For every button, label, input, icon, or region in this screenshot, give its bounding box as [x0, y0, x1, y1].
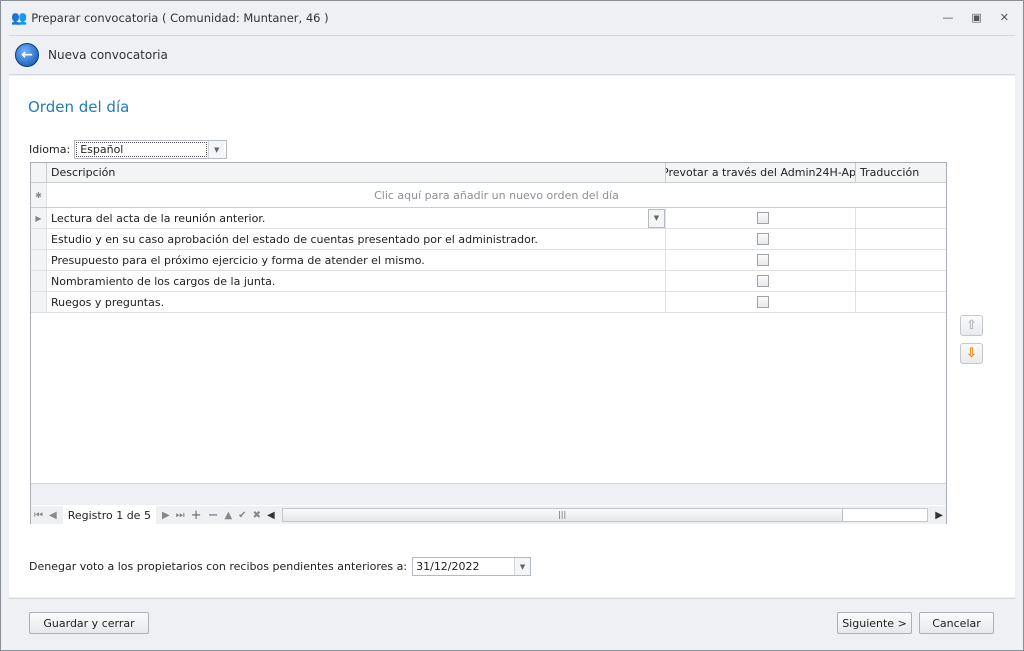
next-button[interactable]: Siguiente > — [837, 612, 912, 634]
title-bar: 👥 Preparar convocatoria ( Comunidad: Mun… — [1, 1, 1023, 35]
description-cell[interactable]: Lectura del acta de la reunión anterior.… — [47, 208, 666, 228]
deny-vote-date-picker[interactable]: 31/12/2022 ▼ — [412, 557, 532, 576]
scroll-left-icon[interactable]: ◀ — [267, 510, 275, 521]
language-value: Español — [76, 142, 208, 157]
row-indicator[interactable] — [31, 292, 47, 312]
prevote-checkbox[interactable] — [756, 212, 769, 224]
prevote-checkbox[interactable] — [756, 275, 769, 287]
translation-cell[interactable] — [856, 250, 946, 270]
prevote-cell[interactable] — [666, 208, 856, 228]
description-text: Lectura del acta de la reunión anterior. — [51, 211, 266, 225]
current-row-icon[interactable]: ▶ — [31, 208, 47, 228]
prevote-checkbox[interactable] — [756, 233, 769, 245]
prevote-checkbox[interactable] — [756, 296, 769, 308]
prevote-checkbox[interactable] — [756, 254, 769, 266]
table-row[interactable]: Estudio y en su caso aprobación del esta… — [31, 229, 946, 250]
grid-footer-band — [31, 483, 946, 505]
agenda-grid: Descripción Prevotar a través del Admin2… — [30, 162, 947, 524]
column-header-translation[interactable]: Traducción — [856, 163, 946, 182]
translation-cell[interactable] — [856, 208, 946, 228]
close-icon[interactable]: ✕ — [1000, 11, 1009, 24]
new-row-hint[interactable]: Clic aquí para añadir un nuevo orden del… — [47, 189, 946, 202]
save-close-button[interactable]: Guardar y cerrar — [29, 612, 149, 634]
horizontal-scrollbar[interactable]: ||| — [281, 508, 929, 522]
move-up-button[interactable]: ⇧ — [960, 315, 983, 336]
record-counter: Registro 1 de 5 — [62, 506, 156, 524]
move-down-button[interactable]: ⇩ — [960, 343, 983, 364]
indicator-header — [31, 163, 47, 182]
description-cell[interactable]: Nombramiento de los cargos de la junta. — [47, 271, 666, 291]
wizard-header: ← Nueva convocatoria — [9, 35, 1015, 75]
row-indicator[interactable] — [31, 229, 47, 249]
last-record-icon[interactable]: ⏭ — [176, 510, 185, 521]
grid-header: Descripción Prevotar a través del Admin2… — [31, 163, 946, 183]
description-text: Ruegos y preguntas. — [51, 295, 165, 309]
add-record-icon[interactable]: + — [191, 508, 202, 523]
chevron-down-icon[interactable]: ▼ — [514, 558, 531, 575]
asterisk-icon: ✱ — [31, 183, 47, 207]
prev-record-icon[interactable]: ◀ — [49, 510, 57, 521]
table-row[interactable]: Nombramiento de los cargos de la junta. — [31, 271, 946, 292]
deny-vote-date: 31/12/2022 — [416, 560, 480, 573]
translation-cell[interactable] — [856, 292, 946, 312]
footer: Guardar y cerrar Siguiente > Cancelar — [9, 598, 1015, 644]
column-header-prevote[interactable]: Prevotar a través del Admin24H-App — [666, 163, 856, 182]
chevron-down-icon[interactable]: ▼ — [208, 141, 225, 158]
content-area: Orden del día Idioma: Español ▼ Descripc… — [9, 76, 1015, 597]
minimize-icon[interactable]: — — [942, 11, 953, 24]
description-text: Estudio y en su caso aprobación del esta… — [51, 232, 538, 246]
description-text: Nombramiento de los cargos de la junta. — [51, 274, 276, 288]
translation-cell[interactable] — [856, 229, 946, 249]
prevote-cell[interactable] — [666, 271, 856, 291]
table-row[interactable]: Ruegos y preguntas. — [31, 292, 946, 313]
section-title: Orden del día — [28, 98, 130, 116]
delete-record-icon[interactable]: − — [208, 508, 219, 523]
scroll-thumb[interactable]: ||| — [282, 509, 843, 521]
chevron-down-icon[interactable]: ▼ — [648, 208, 665, 228]
language-select[interactable]: Español ▼ — [74, 140, 228, 159]
next-record-icon[interactable]: ▶ — [162, 510, 170, 521]
window: 👥 Preparar convocatoria ( Comunidad: Mun… — [0, 0, 1024, 651]
description-text: Presupuesto para el próximo ejercicio y … — [51, 253, 425, 267]
row-indicator[interactable] — [31, 250, 47, 270]
scroll-right-icon[interactable]: ▶ — [935, 510, 943, 521]
prevote-cell[interactable] — [666, 292, 856, 312]
window-title: Preparar convocatoria ( Comunidad: Munta… — [31, 11, 329, 25]
prevote-cell[interactable] — [666, 250, 856, 270]
back-arrow-icon[interactable]: ← — [15, 43, 39, 67]
new-item-row[interactable]: ✱ Clic aquí para añadir un nuevo orden d… — [31, 183, 946, 208]
grid-navigator: ⏮ ◀ Registro 1 de 5 ▶ ⏭ + − ▲ ✔ ✖ ◀ ||| … — [31, 506, 946, 524]
deny-vote-label: Denegar voto a los propietarios con reci… — [29, 560, 408, 573]
column-header-description[interactable]: Descripción — [47, 163, 666, 182]
table-row[interactable]: Presupuesto para el próximo ejercicio y … — [31, 250, 946, 271]
translation-cell[interactable] — [856, 271, 946, 291]
edit-record-icon[interactable]: ▲ — [224, 510, 232, 521]
app-users-icon: 👥 — [11, 10, 28, 26]
row-indicator[interactable] — [31, 271, 47, 291]
description-cell[interactable]: Presupuesto para el próximo ejercicio y … — [47, 250, 666, 270]
prevote-cell[interactable] — [666, 229, 856, 249]
maximize-icon[interactable]: ▣ — [971, 11, 981, 24]
language-label: Idioma: — [29, 143, 71, 156]
cancel-button[interactable]: Cancelar — [919, 612, 994, 634]
table-row[interactable]: ▶ Lectura del acta de la reunión anterio… — [31, 208, 946, 229]
save-record-icon[interactable]: ✔ — [238, 510, 246, 521]
description-cell[interactable]: Estudio y en su caso aprobación del esta… — [47, 229, 666, 249]
wizard-title: Nueva convocatoria — [48, 48, 168, 62]
first-record-icon[interactable]: ⏮ — [34, 510, 43, 521]
description-cell[interactable]: Ruegos y preguntas. — [47, 292, 666, 312]
cancel-record-icon[interactable]: ✖ — [253, 510, 261, 521]
